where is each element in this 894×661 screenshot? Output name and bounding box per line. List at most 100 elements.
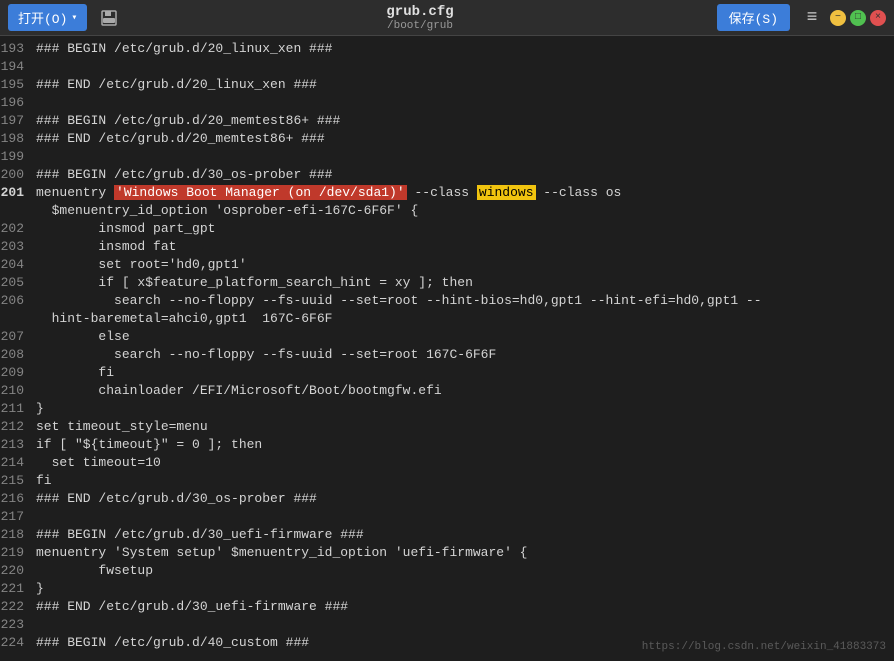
table-row: 206 search --no-floppy --fs-uuid --set=r… [0, 292, 894, 310]
table-row: 216### END /etc/grub.d/30_os-prober ### [0, 490, 894, 508]
table-row: 201menuentry 'Windows Boot Manager (on /… [0, 184, 894, 202]
line-content: else [36, 328, 130, 346]
table-row: 219menuentry 'System setup' $menuentry_i… [0, 544, 894, 562]
line-number: 220 [0, 562, 36, 580]
line-content: insmod fat [36, 238, 176, 256]
open-label: 打开(O) [18, 8, 67, 27]
line-content: set root='hd0,gpt1' [36, 256, 247, 274]
title-center: grub.cfg /boot/grub [123, 4, 716, 32]
line-content: ### END /etc/grub.d/20_memtest86+ ### [36, 130, 325, 148]
line-number: 194 [0, 58, 36, 76]
line-number: 195 [0, 76, 36, 94]
line-content: ### END /etc/grub.d/20_linux_xen ### [36, 76, 317, 94]
table-row: 211} [0, 400, 894, 418]
line-content: chainloader /EFI/Microsoft/Boot/bootmgfw… [36, 382, 442, 400]
line-number: 207 [0, 328, 36, 346]
line-content: ### BEGIN /etc/grub.d/20_memtest86+ ### [36, 112, 340, 130]
table-row: 217 [0, 508, 894, 526]
line-content: ### BEGIN /etc/grub.d/30_os-prober ### [36, 166, 332, 184]
table-row: 213if [ "${timeout}" = 0 ]; then [0, 436, 894, 454]
line-number: 206 [0, 292, 36, 310]
close-button[interactable]: × [870, 10, 886, 26]
line-number: 209 [0, 364, 36, 382]
table-row: $menuentry_id_option 'osprober-efi-167C-… [0, 202, 894, 220]
line-number: 221 [0, 580, 36, 598]
table-row: 193### BEGIN /etc/grub.d/20_linux_xen ##… [0, 40, 894, 58]
hamburger-menu-button[interactable]: ≡ [798, 4, 826, 32]
line-number: 198 [0, 130, 36, 148]
line-content: $menuentry_id_option 'osprober-efi-167C-… [36, 202, 418, 220]
line-content: ### BEGIN /etc/grub.d/20_linux_xen ### [36, 40, 332, 58]
table-row: 194 [0, 58, 894, 76]
line-content: ### BEGIN /etc/grub.d/30_uefi-firmware #… [36, 526, 364, 544]
table-row: 212set timeout_style=menu [0, 418, 894, 436]
line-content: set timeout=10 [36, 454, 161, 472]
line-content: search --no-floppy --fs-uuid --set=root … [36, 292, 762, 310]
line-content: insmod part_gpt [36, 220, 215, 238]
code-editor: 193### BEGIN /etc/grub.d/20_linux_xen ##… [0, 36, 894, 661]
table-row: 222### END /etc/grub.d/30_uefi-firmware … [0, 598, 894, 616]
open-menu-button[interactable]: 打开(O) ▾ [8, 4, 87, 31]
table-row: 207 else [0, 328, 894, 346]
table-row: 196 [0, 94, 894, 112]
save-button[interactable]: 保存(S) [717, 4, 790, 31]
line-content: } [36, 580, 44, 598]
line-content: menuentry 'System setup' $menuentry_id_o… [36, 544, 527, 562]
line-number: 201 [0, 184, 36, 202]
table-row: hint-baremetal=ahci0,gpt1 167C-6F6F [0, 310, 894, 328]
table-row: 208 search --no-floppy --fs-uuid --set=r… [0, 346, 894, 364]
line-number: 222 [0, 598, 36, 616]
window-controls: − □ × [830, 10, 886, 26]
line-number: 224 [0, 634, 36, 652]
line-number: 223 [0, 616, 36, 634]
line-content: } [36, 400, 44, 418]
line-content: fi [36, 364, 114, 382]
line-number: 208 [0, 346, 36, 364]
table-row: 195### END /etc/grub.d/20_linux_xen ### [0, 76, 894, 94]
file-title: grub.cfg [386, 4, 453, 20]
line-content: menuentry 'Windows Boot Manager (on /dev… [36, 184, 621, 202]
line-number: 212 [0, 418, 36, 436]
line-content: ### END /etc/grub.d/30_uefi-firmware ### [36, 598, 348, 616]
line-content: if [ x$feature_platform_search_hint = xy… [36, 274, 473, 292]
file-path: /boot/grub [387, 20, 453, 32]
line-number: 218 [0, 526, 36, 544]
disk-icon-button[interactable] [95, 4, 123, 32]
watermark: https://blog.csdn.net/weixin_41883373 [642, 641, 886, 653]
line-number: 200 [0, 166, 36, 184]
line-content: search --no-floppy --fs-uuid --set=root … [36, 346, 496, 364]
line-content: ### END /etc/grub.d/30_os-prober ### [36, 490, 317, 508]
table-row: 210 chainloader /EFI/Microsoft/Boot/boot… [0, 382, 894, 400]
line-number: 193 [0, 40, 36, 58]
line-number: 205 [0, 274, 36, 292]
line-number: 216 [0, 490, 36, 508]
table-row: 199 [0, 148, 894, 166]
line-content: hint-baremetal=ahci0,gpt1 167C-6F6F [36, 310, 332, 328]
line-number: 203 [0, 238, 36, 256]
table-row: 223 [0, 616, 894, 634]
minimize-button[interactable]: − [830, 10, 846, 26]
table-row: 200### BEGIN /etc/grub.d/30_os-prober ##… [0, 166, 894, 184]
table-row: 218### BEGIN /etc/grub.d/30_uefi-firmwar… [0, 526, 894, 544]
table-row: 209 fi [0, 364, 894, 382]
table-row: 202 insmod part_gpt [0, 220, 894, 238]
line-number: 204 [0, 256, 36, 274]
line-number: 215 [0, 472, 36, 490]
line-number: 199 [0, 148, 36, 166]
table-row: 197### BEGIN /etc/grub.d/20_memtest86+ #… [0, 112, 894, 130]
line-content: if [ "${timeout}" = 0 ]; then [36, 436, 262, 454]
table-row: 215fi [0, 472, 894, 490]
line-number: 196 [0, 94, 36, 112]
line-number: 214 [0, 454, 36, 472]
line-content: fwsetup [36, 562, 153, 580]
table-row: 221} [0, 580, 894, 598]
maximize-button[interactable]: □ [850, 10, 866, 26]
table-row: 204 set root='hd0,gpt1' [0, 256, 894, 274]
line-number: 210 [0, 382, 36, 400]
code-content: 193### BEGIN /etc/grub.d/20_linux_xen ##… [0, 36, 894, 656]
line-number: 202 [0, 220, 36, 238]
table-row: 220 fwsetup [0, 562, 894, 580]
line-content: fi [36, 472, 52, 490]
line-content: ### BEGIN /etc/grub.d/40_custom ### [36, 634, 309, 652]
line-number: 197 [0, 112, 36, 130]
